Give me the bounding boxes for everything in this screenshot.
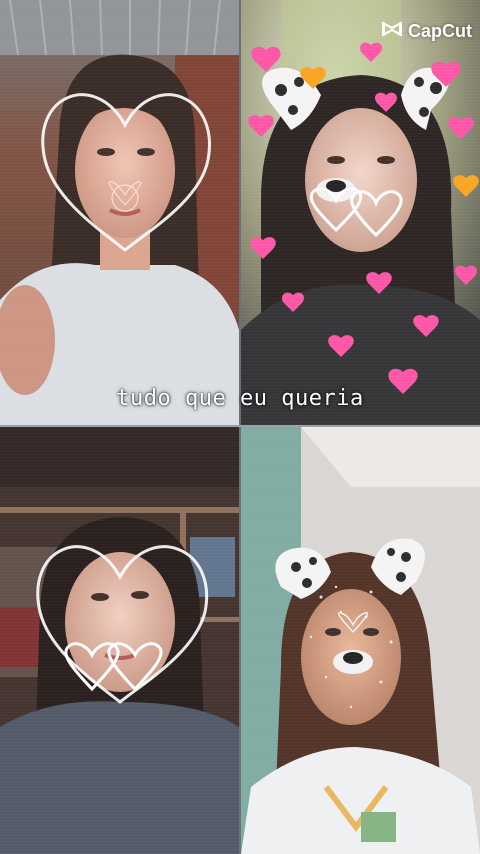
watermark-brand: CapCut xyxy=(408,20,472,41)
caption-text: tudo que eu queria xyxy=(116,386,364,411)
photo-top-right xyxy=(241,0,480,425)
capcut-watermark: CapCut xyxy=(381,20,472,42)
capcut-logo-icon xyxy=(381,20,403,42)
vertical-divider xyxy=(239,0,241,854)
photo-bottom-left xyxy=(0,427,239,854)
horizontal-divider xyxy=(0,425,480,427)
photo-collage: tudo que eu queria CapCut xyxy=(0,0,480,854)
photo-bottom-right xyxy=(241,427,480,854)
photo-top-left xyxy=(0,0,239,425)
